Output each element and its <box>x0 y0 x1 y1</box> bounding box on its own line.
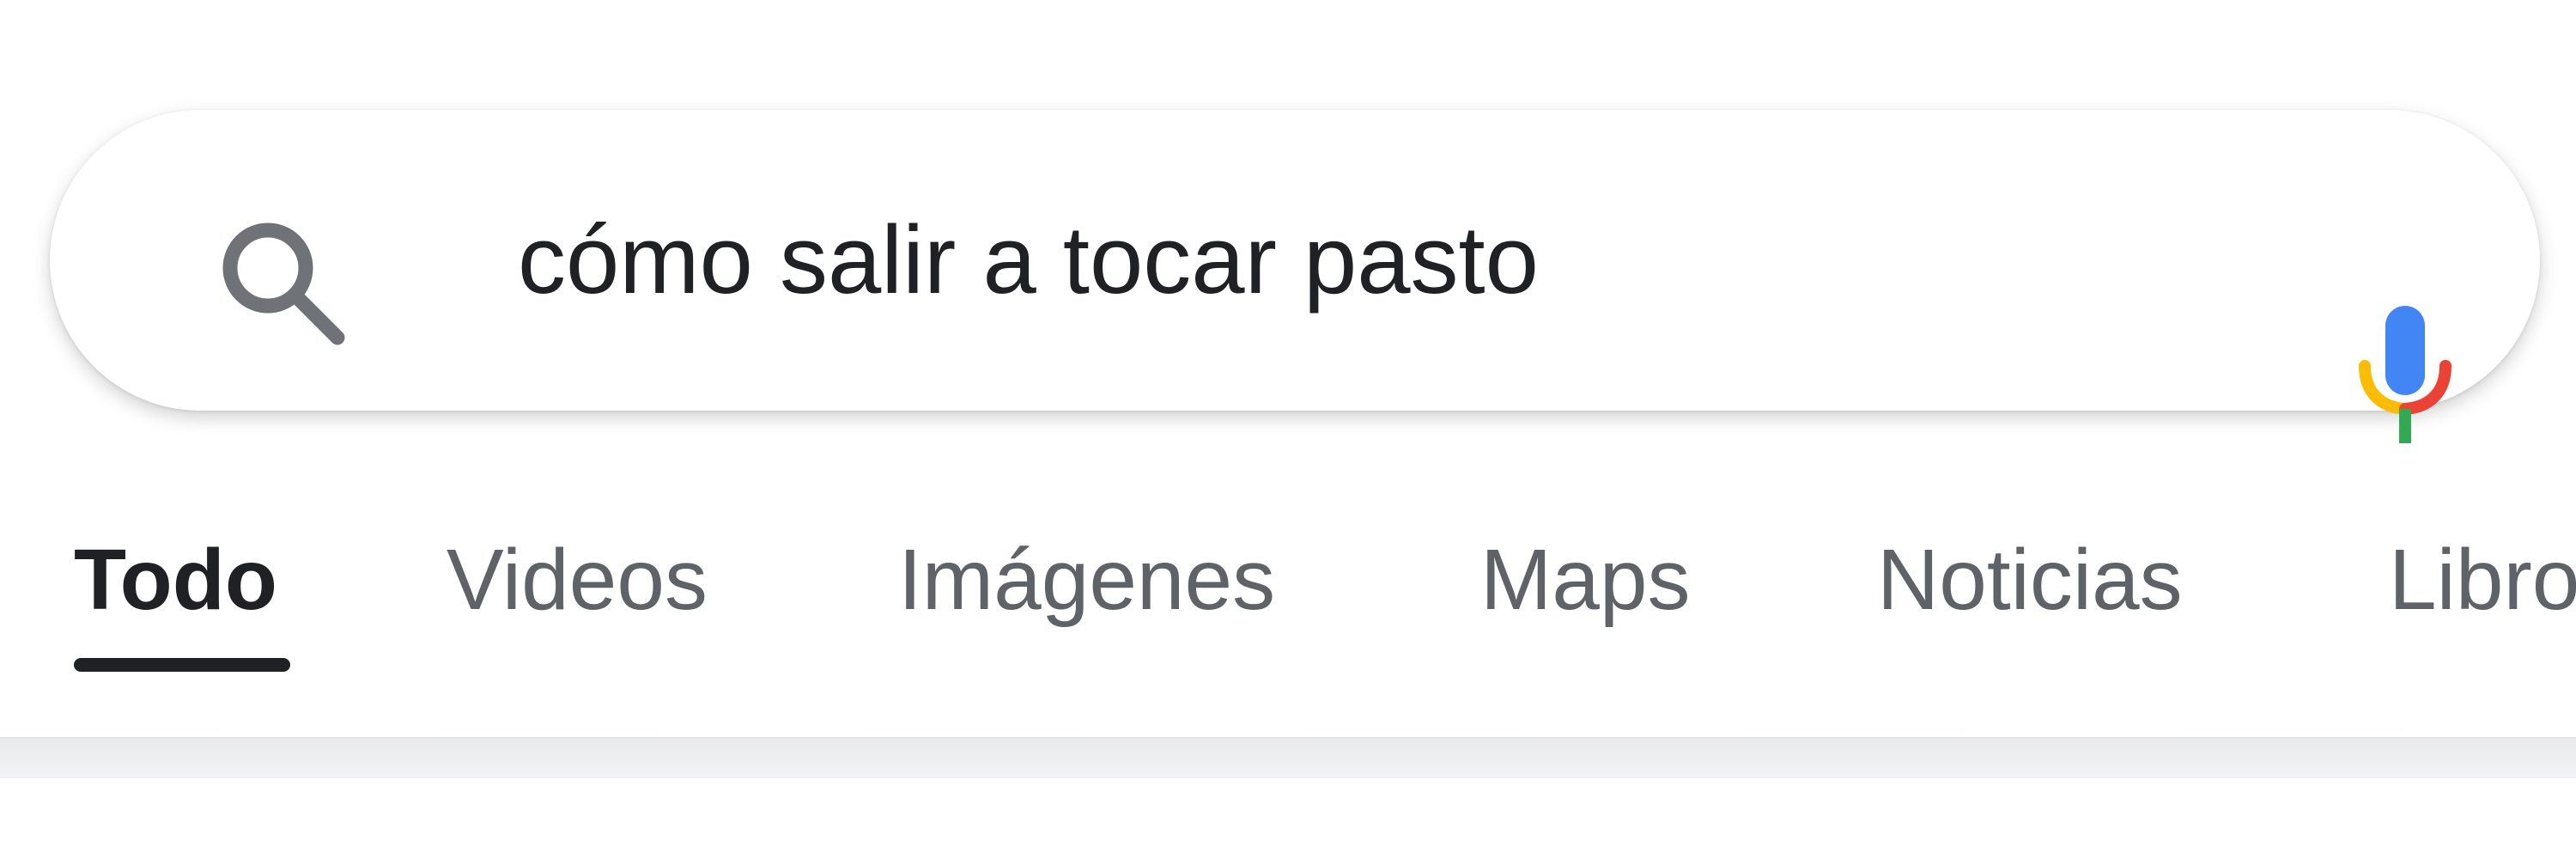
active-tab-indicator <box>74 658 290 672</box>
tab-label: Todo <box>74 532 277 628</box>
search-input[interactable] <box>518 192 2321 329</box>
tab-label: Imágenes <box>898 532 1276 628</box>
tab-label: Maps <box>1480 532 1691 628</box>
tab-label: Libros <box>2389 532 2576 628</box>
tab-noticias[interactable]: Noticias <box>1877 515 2183 679</box>
tab-maps[interactable]: Maps <box>1480 515 1691 679</box>
tab-label: Noticias <box>1877 532 2183 628</box>
tab-imagenes[interactable]: Imágenes <box>898 515 1275 679</box>
tab-todo[interactable]: Todo <box>74 515 290 679</box>
tab-libros[interactable]: Libros <box>2389 515 2576 679</box>
tab-videos[interactable]: Videos <box>447 515 708 679</box>
search-icon[interactable] <box>213 213 350 350</box>
search-page: Todo Videos Imágenes Maps Noticias Libro… <box>0 0 2576 859</box>
search-tabs: Todo Videos Imágenes Maps Noticias Libro… <box>0 515 2576 679</box>
section-divider <box>0 739 2576 778</box>
search-bar[interactable] <box>50 110 2540 443</box>
tab-label: Videos <box>447 532 708 628</box>
microphone-icon[interactable] <box>2354 306 2456 445</box>
